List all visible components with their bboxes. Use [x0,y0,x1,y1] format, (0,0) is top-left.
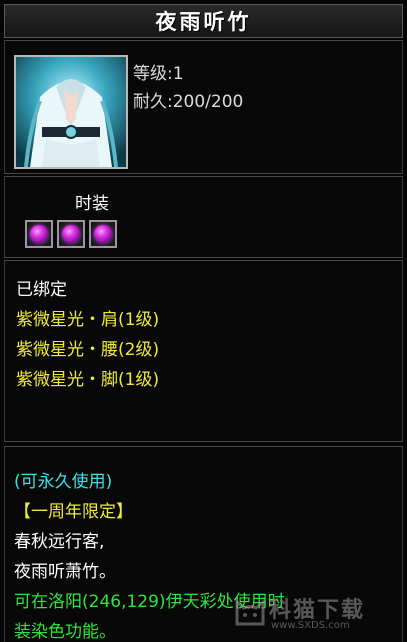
flavor-text-line-1: 春秋远行客, [14,532,105,552]
usage-text-line-2: 装染色功能。 [14,622,116,642]
cat-logo-icon [235,598,265,626]
watermark-url: www.SXDS.com [271,620,350,631]
set-piece-waist: 紫微星光・腰(2级) [16,340,160,360]
flavor-text-line-2: 夜雨听萧竹。 [14,562,116,582]
item-durability: 耐久:200/200 [133,92,244,112]
item-tooltip: 夜雨听竹 等级:1 耐久:200/200 时装 已绑定 紫微星光・肩(1级) 紫… [0,0,407,642]
binding-panel: 已绑定 紫微星光・肩(1级) 紫微星光・腰(2级) 紫微星光・脚(1级) [4,260,403,442]
bind-status: 已绑定 [16,280,67,300]
purple-gem-icon [30,225,48,243]
gem-slot-3[interactable] [89,220,117,248]
item-name: 夜雨听竹 [155,10,252,34]
site-watermark: 科猫下载 www.SXDS.com [231,590,401,636]
item-level: 等级:1 [133,64,184,84]
purple-gem-icon [62,225,80,243]
limited-edition-tag: 【一周年限定】 [14,502,133,522]
gem-slot-2[interactable] [57,220,85,248]
purple-gem-icon [94,225,112,243]
costume-portrait-icon [16,57,126,167]
fashion-label: 时装 [75,194,109,214]
item-portrait [14,55,128,169]
set-piece-shoulder: 紫微星光・肩(1级) [16,310,160,330]
gem-slot-1[interactable] [25,220,53,248]
permanent-use-note: (可永久使用) [14,472,113,492]
item-header-panel: 等级:1 耐久:200/200 [4,40,403,174]
fashion-panel: 时装 [4,176,403,258]
item-title-bar: 夜雨听竹 [4,4,403,38]
set-piece-feet: 紫微星光・脚(1级) [16,370,160,390]
